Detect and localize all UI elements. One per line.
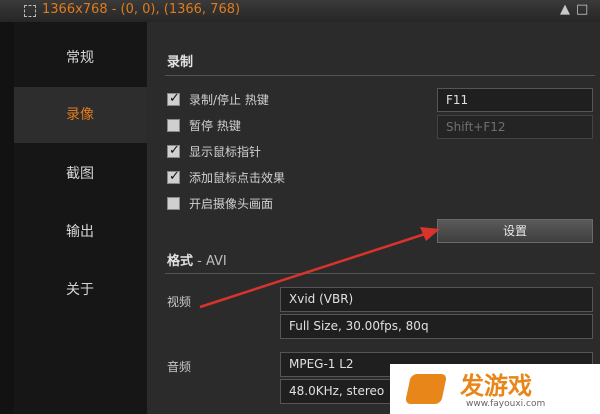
watermark: 发游戏 www.fayouxi.com [390,364,600,414]
watermark-logo-icon [404,374,448,404]
annotation-arrow [199,227,440,309]
watermark-text: 发游戏 [460,372,532,400]
watermark-url: www.fayouxi.com [466,399,546,409]
